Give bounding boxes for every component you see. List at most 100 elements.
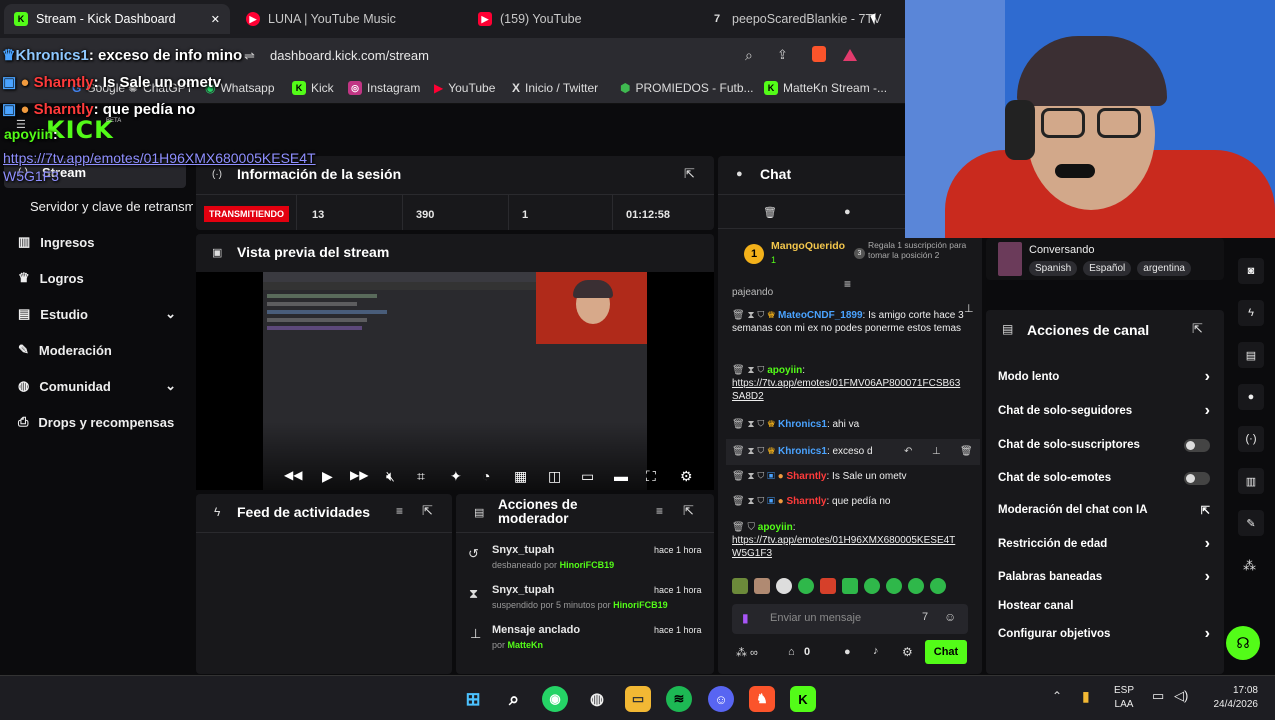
help-chat-button[interactable]: ☊: [1226, 626, 1260, 660]
spotify-icon[interactable]: ≋: [666, 686, 692, 712]
emote-icon[interactable]: [754, 578, 770, 594]
mic-icon[interactable]: ▮: [1082, 688, 1090, 705]
bolt-icon[interactable]: ϟ: [1238, 300, 1264, 326]
play-icon[interactable]: ▶: [322, 468, 333, 485]
emote-icon[interactable]: [930, 578, 946, 594]
pin-icon[interactable]: ⊥: [932, 445, 941, 458]
chat-link[interactable]: https://7tv.app/emotes/01FMV06AP800071FC…: [732, 378, 960, 402]
action-slow-mode[interactable]: Modo lento ›: [988, 362, 1220, 392]
chevron-up-icon[interactable]: ⌃: [1052, 689, 1062, 703]
clip-icon[interactable]: ▭: [581, 468, 594, 485]
chain-icon[interactable]: ⁂ ∞: [736, 646, 758, 659]
close-icon[interactable]: ✕: [211, 13, 220, 26]
chat-link[interactable]: https://7tv.app/emotes/01H96XMX680005KES…: [732, 535, 955, 559]
sidebar-item-ingresos[interactable]: ▥ Ingresos: [18, 234, 94, 250]
category-name[interactable]: Conversando: [1029, 244, 1094, 256]
sidebar-item-drops[interactable]: ⎙ Drops y recompensas: [18, 414, 174, 430]
zoom-icon[interactable]: ⌕: [745, 47, 753, 64]
sidebar-subitem-servidor[interactable]: Servidor y clave de retransm: [30, 199, 193, 214]
action-age-restriction[interactable]: Restricción de edad ›: [988, 529, 1220, 559]
action-host-channel[interactable]: Hostear canal: [988, 591, 1220, 621]
sparkle-icon[interactable]: ✦: [450, 468, 462, 485]
wrench-icon[interactable]: ✎: [1238, 510, 1264, 536]
tab-youtube[interactable]: ▶ (159) YouTube: [468, 4, 694, 34]
mic-icon[interactable]: ▮: [742, 611, 749, 625]
capture-icon[interactable]: ◙: [1238, 258, 1264, 284]
app-icon[interactable]: ◍: [584, 686, 610, 712]
bookmark-twitter[interactable]: X Inicio / Twitter: [512, 81, 598, 95]
language-indicator[interactable]: ESP LAA: [1114, 684, 1134, 712]
delete-icon[interactable]: 🗑︎: [960, 445, 973, 458]
search-icon[interactable]: ⌕: [501, 686, 527, 712]
send-chat-button[interactable]: Chat: [925, 640, 967, 664]
sidebar-item-comunidad[interactable]: ◍ Comunidad ⌄: [18, 378, 176, 394]
action-followers-only[interactable]: Chat de solo-seguidores ›: [988, 396, 1220, 426]
chat-bubble-icon[interactable]: ●: [844, 646, 851, 658]
store-icon[interactable]: ⌂: [788, 646, 795, 658]
sidebar-item-estudio[interactable]: ▤ Estudio ⌄: [18, 306, 176, 322]
popout-icon[interactable]: ⇱: [683, 503, 694, 519]
sub-gifter-name[interactable]: MangoQuerido: [771, 240, 845, 252]
popout-icon[interactable]: ⇱: [422, 503, 433, 519]
chat-settings-icon[interactable]: ●: [844, 206, 851, 218]
clipboard-icon[interactable]: ▤: [1238, 342, 1264, 368]
tag[interactable]: Español: [1083, 261, 1132, 276]
layout-icon[interactable]: ▥: [1238, 468, 1264, 494]
action-ai-moderation[interactable]: Moderación del chat con IA ⇱: [988, 495, 1220, 525]
chat-input[interactable]: ▮ Enviar un mensaje 7 ☺: [732, 604, 968, 634]
action-configure-goals[interactable]: Configurar objetivos ›: [988, 619, 1220, 649]
subscribers-only-toggle[interactable]: [1184, 438, 1210, 452]
popout-icon[interactable]: ⇱: [684, 166, 695, 182]
bookmark-mattekn[interactable]: K MatteKn Stream -...: [764, 81, 887, 95]
emote-icon[interactable]: [886, 578, 902, 594]
tag[interactable]: argentina: [1137, 261, 1191, 276]
sidebar-item-moderacion[interactable]: ✎ Moderación: [18, 342, 112, 358]
share-icon[interactable]: ⇪: [777, 47, 788, 63]
stream-preview-video[interactable]: ◀◀ ▶ ▶▶ 🔇︎ ⌗ ✦ ◔ ▦ ◫ ▭ ▬ ⛶ ⚙: [196, 272, 714, 490]
tag[interactable]: Spanish: [1029, 261, 1078, 276]
settings-icon[interactable]: ⚙: [680, 468, 693, 485]
action-banned-words[interactable]: Palabras baneadas ›: [988, 562, 1220, 592]
clock[interactable]: 17:08 24/4/2026: [1200, 684, 1259, 712]
discord-icon[interactable]: ☺: [708, 686, 734, 712]
filter-icon[interactable]: ≡: [656, 504, 663, 518]
brave-rewards-icon[interactable]: [843, 49, 857, 61]
settings-icon[interactable]: ⚙: [902, 645, 913, 659]
action-emotes-only[interactable]: Chat de solo-emotes: [988, 463, 1220, 493]
network-icon[interactable]: ▭: [1152, 688, 1164, 704]
share-icon[interactable]: ⁂: [1243, 558, 1256, 574]
reply-icon[interactable]: ↶: [904, 445, 912, 458]
emoji-icon[interactable]: ☺: [944, 610, 956, 624]
brave-shield-icon[interactable]: [812, 46, 826, 62]
tab-7tv[interactable]: 7 peepoScaredBlankie - 7TV: [700, 4, 900, 34]
rewind-icon[interactable]: ◀◀: [284, 468, 302, 482]
tab-youtube-music[interactable]: ▶ LUNA | YouTube Music: [236, 4, 462, 34]
crop-icon[interactable]: ⌗: [417, 468, 425, 485]
emote-icon[interactable]: [732, 578, 748, 594]
expand-icon[interactable]: ≡: [844, 277, 851, 291]
whatsapp-icon[interactable]: ◉: [542, 686, 568, 712]
popout-icon[interactable]: ⇱: [1192, 321, 1203, 337]
emote-icon[interactable]: [908, 578, 924, 594]
overlay-chat-link[interactable]: https://7tv.app/emotes/01H96XMX680005KES…: [3, 150, 316, 166]
tab-kick-dashboard[interactable]: K Stream - Kick Dashboard ✕: [4, 4, 230, 34]
mute-icon[interactable]: 🔇︎: [386, 468, 395, 485]
pin-icon[interactable]: ⊥: [964, 302, 974, 315]
emote-icon[interactable]: [842, 578, 858, 594]
emote-icon[interactable]: [798, 578, 814, 594]
gift-cta[interactable]: Regala 1 suscripción para tomar la posic…: [868, 240, 968, 260]
action-subscribers-only[interactable]: Chat de solo-suscriptores: [988, 430, 1220, 460]
bell-icon[interactable]: ♪: [873, 645, 879, 657]
pip-icon[interactable]: ◫: [548, 468, 561, 485]
forward-icon[interactable]: ▶▶: [350, 468, 368, 482]
windows-start-icon[interactable]: ⊞: [460, 686, 486, 712]
overlay-chat-link[interactable]: W5G1F3: [3, 168, 59, 184]
emotes-only-toggle[interactable]: [1184, 471, 1210, 485]
sidebar-item-logros[interactable]: ♛ Logros: [18, 270, 84, 286]
emote-icon[interactable]: [864, 578, 880, 594]
filter-icon[interactable]: ≡: [396, 504, 403, 518]
timer-icon[interactable]: ◔: [482, 468, 490, 484]
theater-icon[interactable]: ▬: [614, 468, 628, 484]
7tv-icon[interactable]: 7: [922, 611, 928, 623]
bookmark-youtube[interactable]: ▶ YouTube: [434, 81, 495, 95]
